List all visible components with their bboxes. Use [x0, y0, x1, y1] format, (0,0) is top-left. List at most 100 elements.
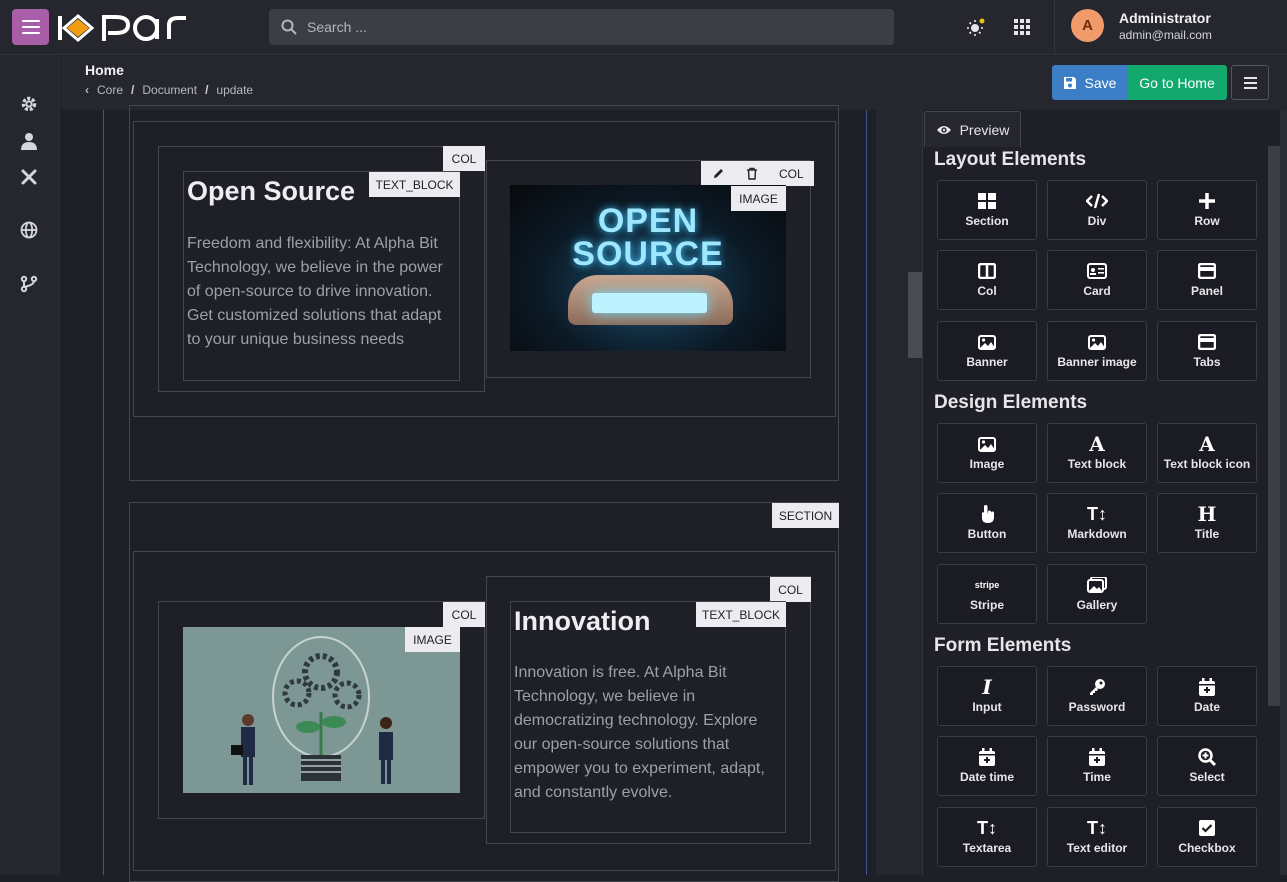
tools-icon[interactable] [18, 166, 40, 188]
element-text-block-icon[interactable]: A Text block icon [1157, 423, 1257, 483]
col-tag[interactable]: COL [443, 602, 485, 627]
stripe-icon: stripe [974, 580, 1000, 590]
branch-icon[interactable] [18, 273, 40, 295]
block-paragraph: Freedom and flexibility: At Alpha Bit Te… [187, 235, 443, 348]
image-tag[interactable]: IMAGE [731, 186, 786, 211]
element-label: Gallery [1076, 598, 1118, 612]
code-icon [1086, 192, 1108, 210]
theme-toggle-icon[interactable] [964, 16, 986, 38]
element-input[interactable]: I Input [937, 666, 1037, 726]
id-card-icon [1087, 262, 1107, 280]
font-icon: A [1199, 432, 1215, 456]
gear-icon[interactable] [18, 93, 40, 115]
search-placeholder: Search ... [307, 19, 367, 35]
element-col[interactable]: Col [937, 250, 1037, 310]
search-input[interactable]: Search ... [269, 9, 894, 45]
canvas-scrollbar[interactable] [908, 272, 922, 358]
eye-icon [936, 125, 951, 134]
window-icon [1198, 333, 1216, 351]
element-checkbox[interactable]: Checkbox [1157, 807, 1257, 867]
element-stripe[interactable]: stripe Stripe [937, 564, 1037, 624]
element-label: Button [967, 527, 1007, 541]
save-button[interactable]: Save [1052, 65, 1127, 100]
col-tag[interactable]: COL [769, 167, 814, 181]
breadcrumb-item-core[interactable]: Core [97, 83, 123, 97]
image-icon [978, 333, 996, 351]
element-image[interactable]: Image [937, 423, 1037, 483]
text-block-tag[interactable]: TEXT_BLOCK [369, 172, 460, 197]
text-block-tag[interactable]: TEXT_BLOCK [696, 602, 786, 627]
element-label: Banner image [1057, 355, 1137, 369]
element-div[interactable]: Div [1047, 180, 1147, 240]
chevron-left-icon[interactable]: ‹ [85, 83, 89, 97]
element-panel[interactable]: Panel [1157, 250, 1257, 310]
element-password[interactable]: Password [1047, 666, 1147, 726]
element-label: Panel [1190, 284, 1223, 298]
element-label: Col [977, 284, 997, 298]
canvas-container: COL TEXT_BLOCK Open Source Freedom and f… [103, 105, 867, 882]
canvas-scroll-track [876, 110, 922, 875]
element-text-editor[interactable]: T↕ Text editor [1047, 807, 1147, 867]
element-time[interactable]: Time [1047, 736, 1147, 796]
heading-icon: H [1197, 502, 1217, 526]
image-icon [978, 435, 996, 453]
element-label: Select [1189, 770, 1225, 784]
element-button[interactable]: Button [937, 493, 1037, 553]
columns-icon [978, 262, 996, 280]
panel-scrollbar[interactable] [1268, 146, 1280, 706]
options-menu-button[interactable] [1231, 65, 1269, 100]
element-tabs[interactable]: Tabs [1157, 321, 1257, 381]
top-bar: Search ... A Administrator admin@mail.co… [0, 0, 1287, 55]
breadcrumb-item-document[interactable]: Document [142, 83, 197, 97]
element-label: Checkbox [1178, 841, 1236, 855]
breadcrumb-separator: / [205, 83, 209, 97]
element-label: Time [1083, 770, 1111, 784]
apps-grid-icon[interactable] [1011, 16, 1033, 38]
grid-icon [978, 192, 996, 210]
floppy-disk-icon [1063, 76, 1076, 89]
element-label: Stripe [969, 598, 1004, 612]
user-menu[interactable]: A Administrator admin@mail.com [1054, 0, 1287, 55]
pointer-hand-icon [979, 505, 995, 523]
element-banner[interactable]: Banner [937, 321, 1037, 381]
element-card[interactable]: Card [1047, 250, 1147, 310]
element-label: Input [972, 700, 1002, 714]
element-label: Password [1068, 700, 1126, 714]
element-gallery[interactable]: Gallery [1047, 564, 1147, 624]
checkbox-icon [1199, 819, 1215, 837]
block-heading: Innovation [514, 606, 651, 636]
element-text-block[interactable]: A Text block [1047, 423, 1147, 483]
element-label: Text block [1067, 457, 1127, 471]
element-select[interactable]: Select [1157, 736, 1257, 796]
search-icon [281, 19, 297, 35]
app-logo[interactable] [56, 11, 201, 45]
col-tag[interactable]: COL [443, 146, 485, 171]
preview-tab[interactable]: Preview [924, 111, 1021, 147]
user-name: Administrator [1119, 10, 1211, 26]
image-tag[interactable]: IMAGE [405, 627, 460, 652]
globe-icon[interactable] [18, 219, 40, 241]
section-tag[interactable]: SECTION [772, 503, 839, 528]
user-icon[interactable] [18, 130, 40, 152]
element-label: Image [969, 457, 1005, 471]
element-row[interactable]: Row [1157, 180, 1257, 240]
element-date-time[interactable]: Date time [937, 736, 1037, 796]
element-markdown[interactable]: T↕ Markdown [1047, 493, 1147, 553]
element-banner-image[interactable]: Banner image [1047, 321, 1147, 381]
text-height-icon: T↕ [1087, 817, 1107, 838]
menu-toggle-button[interactable] [12, 9, 49, 45]
col-tag[interactable]: COL [770, 577, 811, 602]
element-title[interactable]: H Title [1157, 493, 1257, 553]
trash-icon[interactable] [735, 161, 769, 186]
sidebar [0, 55, 60, 875]
element-date[interactable]: Date [1157, 666, 1257, 726]
element-label: Markdown [1067, 527, 1127, 541]
element-textarea[interactable]: T↕ Textarea [937, 807, 1037, 867]
page-header: Home ‹ Core / Document / update Save Go … [61, 56, 1287, 110]
go-to-home-button[interactable]: Go to Home [1127, 65, 1227, 100]
design-elements-title: Design Elements [934, 392, 1088, 413]
pencil-icon[interactable] [701, 161, 735, 186]
breadcrumb: ‹ Core / Document / update [85, 83, 253, 97]
element-section[interactable]: Section [937, 180, 1037, 240]
element-label: Card [1083, 284, 1111, 298]
